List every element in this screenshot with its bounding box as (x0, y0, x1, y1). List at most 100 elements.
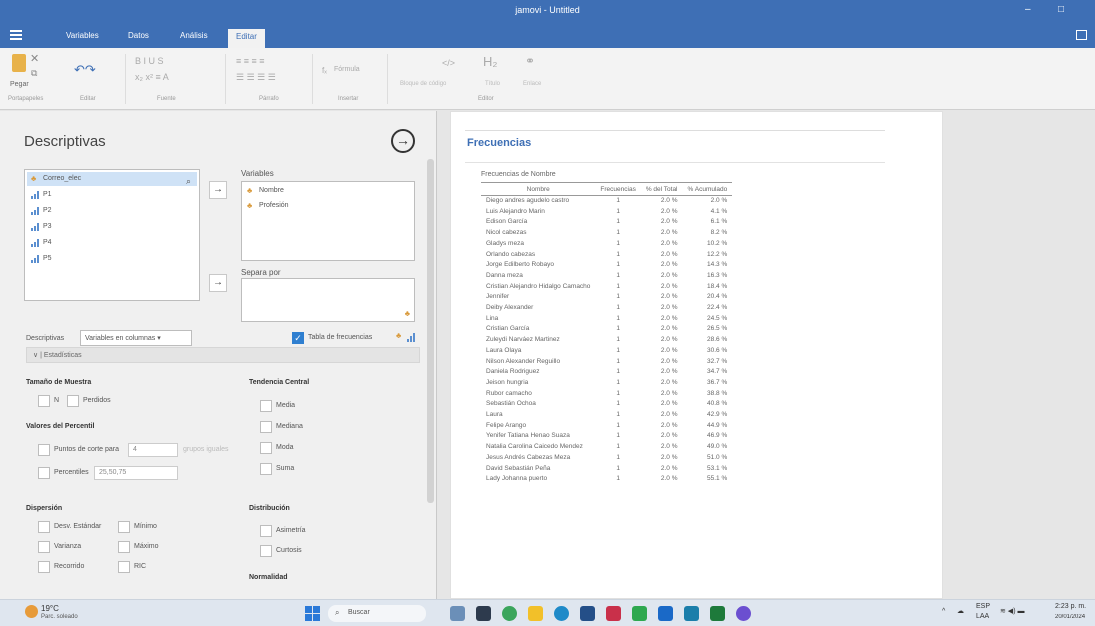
sample-size-header: Tamaño de Muestra (26, 379, 92, 386)
language-label[interactable]: ESP (976, 603, 990, 610)
std-dev-checkbox[interactable] (38, 521, 50, 533)
mcafee-icon[interactable] (606, 606, 621, 621)
sum-checkbox[interactable] (260, 463, 272, 475)
selected-variable-profesion[interactable]: ♣ Profesión (247, 202, 289, 210)
search-icon[interactable]: ⌕ (186, 174, 191, 188)
missing-checkbox[interactable] (67, 395, 79, 407)
table-row: Jorge Edilberto Robayo 1 2.0 % 14.3 % (481, 260, 732, 271)
excel-icon[interactable] (632, 606, 647, 621)
cut-points-input[interactable]: 4 (128, 443, 178, 457)
title-label[interactable]: Título (485, 81, 500, 87)
viber-icon[interactable] (736, 606, 751, 621)
cut-icon[interactable]: ✕ (30, 52, 39, 65)
median-label: Mediana (276, 423, 303, 430)
variable-item-p1[interactable]: P1 (27, 188, 197, 202)
cell-frecuencias: 1 (616, 293, 620, 301)
variable-item-p3[interactable]: P3 (27, 220, 197, 234)
variable-item-p4[interactable]: P4 (27, 236, 197, 250)
code-block-label[interactable]: Bloque de código (400, 81, 446, 87)
variable-item-p5[interactable]: P5 (27, 252, 197, 266)
tab-variables[interactable]: Variables (66, 31, 99, 40)
list-icon[interactable]: ☰ ☰ ☰ ☰ (236, 72, 276, 83)
variance-checkbox[interactable] (38, 541, 50, 553)
move-to-variables-button[interactable]: → (209, 181, 227, 199)
tab-analisis[interactable]: Análisis (180, 31, 208, 40)
cell-acumulado: 20.4 % (707, 293, 728, 301)
cell-nombre: Nilson Alexander Reguillo (486, 357, 561, 365)
tab-editar[interactable]: Editar (228, 29, 265, 48)
variable-item-p2[interactable]: P2 (27, 204, 197, 218)
range-checkbox[interactable] (38, 561, 50, 573)
windows-start-icon[interactable] (305, 606, 320, 621)
minimize-button[interactable]: – (1025, 4, 1031, 15)
table-row: Jeison hungria 1 2.0 % 36.7 % (481, 378, 732, 389)
percentiles-input[interactable]: 25,50,75 (94, 466, 178, 480)
cut-points-label: Puntos de corte para (54, 446, 119, 453)
store-icon[interactable] (580, 606, 595, 621)
formula-label[interactable]: Fórmula (334, 66, 360, 73)
panel-toggle-icon[interactable] (1076, 30, 1087, 40)
max-checkbox[interactable] (118, 541, 130, 553)
kurtosis-checkbox[interactable] (260, 545, 272, 557)
cut-points-checkbox[interactable] (38, 444, 50, 456)
table-row: Lina 1 2.0 % 24.5 % (481, 314, 732, 325)
font-format-icon[interactable]: B I U S (135, 56, 164, 66)
iqr-checkbox[interactable] (118, 561, 130, 573)
frequency-table: Nombre Frecuencias % del Total % Acumula… (481, 182, 733, 485)
selected-variable-nombre[interactable]: ♣ Nombre (247, 187, 284, 195)
paste-icon[interactable] (12, 54, 26, 72)
file-explorer-icon[interactable] (528, 606, 543, 621)
descriptives-layout-label: Descriptivas (26, 335, 65, 342)
ordinal-bars-icon (407, 333, 415, 342)
link-icon[interactable]: ⚭ (525, 54, 535, 68)
undo-redo-icon[interactable]: ↶↷ (74, 62, 96, 78)
copy-icon[interactable]: ⧉ (31, 68, 37, 79)
panel-scrollbar[interactable] (427, 159, 434, 503)
column-header-total: % del Total (640, 182, 683, 196)
cloud-icon[interactable]: ☁ (957, 607, 964, 615)
tab-datos[interactable]: Datos (128, 31, 149, 40)
mean-checkbox[interactable] (260, 400, 272, 412)
edge-browser-icon[interactable] (554, 606, 569, 621)
tray-chevron-icon[interactable]: ^ (942, 608, 945, 615)
maximize-button[interactable]: □ (1058, 4, 1064, 15)
weather-icon[interactable] (25, 605, 38, 618)
link-label[interactable]: Enlace (523, 81, 541, 87)
hamburger-menu-icon[interactable] (10, 30, 22, 40)
widgets-icon[interactable] (450, 606, 465, 621)
cell-nombre: Laura Olaya (486, 346, 522, 354)
variable-item-correo[interactable]: ♣ Correo_elec ⌕ (27, 172, 197, 186)
split-by-target-box[interactable]: ♣ (241, 278, 415, 322)
code-icon[interactable]: </> (442, 58, 455, 68)
statistics-section-toggle[interactable]: ∨ | Estadísticas (26, 347, 420, 363)
jamovi-app-icon[interactable] (684, 606, 699, 621)
mail-icon[interactable] (658, 606, 673, 621)
run-arrow-button[interactable]: → (391, 129, 415, 153)
min-checkbox[interactable] (118, 521, 130, 533)
layout-select[interactable]: Variables en columnas ▾ (80, 330, 192, 346)
formula-icon[interactable]: fₓ (322, 66, 327, 75)
task-view-icon[interactable] (476, 606, 491, 621)
frequency-table-checkbox[interactable]: ✓ (292, 332, 304, 344)
weather-temperature[interactable]: 19°C (41, 604, 59, 613)
cell-frecuencias: 1 (616, 229, 620, 237)
heading-icon[interactable]: H₂ (483, 54, 497, 69)
variables-target-box[interactable]: ♣ Nombre ♣ Profesión (241, 181, 415, 261)
cell-total: 2.0 % (660, 239, 678, 247)
chat-icon[interactable] (502, 606, 517, 621)
network-sound-battery-icon[interactable]: ≋ ◀) ▬ (1000, 607, 1024, 615)
spreadsheet-icon[interactable] (710, 606, 725, 621)
n-checkbox[interactable] (38, 395, 50, 407)
source-variable-list[interactable]: ♣ Correo_elec ⌕ P1 P2 P3 P4 P5 (24, 169, 200, 301)
percentiles-checkbox[interactable] (38, 467, 50, 479)
mode-checkbox[interactable] (260, 442, 272, 454)
skewness-checkbox[interactable] (260, 525, 272, 537)
taskbar-search[interactable]: ⌕ Buscar (328, 605, 426, 622)
column-header-acumulado: % Acumulado (682, 182, 733, 196)
clock-time[interactable]: 2:23 p. m. (1055, 603, 1095, 610)
align-icon[interactable]: ≡ ≡ ≡ ≡ (236, 56, 265, 66)
table-row: Gladys meza 1 2.0 % 10.2 % (481, 239, 732, 250)
sub-superscript-icon[interactable]: x₂ x² ≡ A (135, 72, 169, 82)
median-checkbox[interactable] (260, 421, 272, 433)
move-to-split-button[interactable]: → (209, 274, 227, 292)
